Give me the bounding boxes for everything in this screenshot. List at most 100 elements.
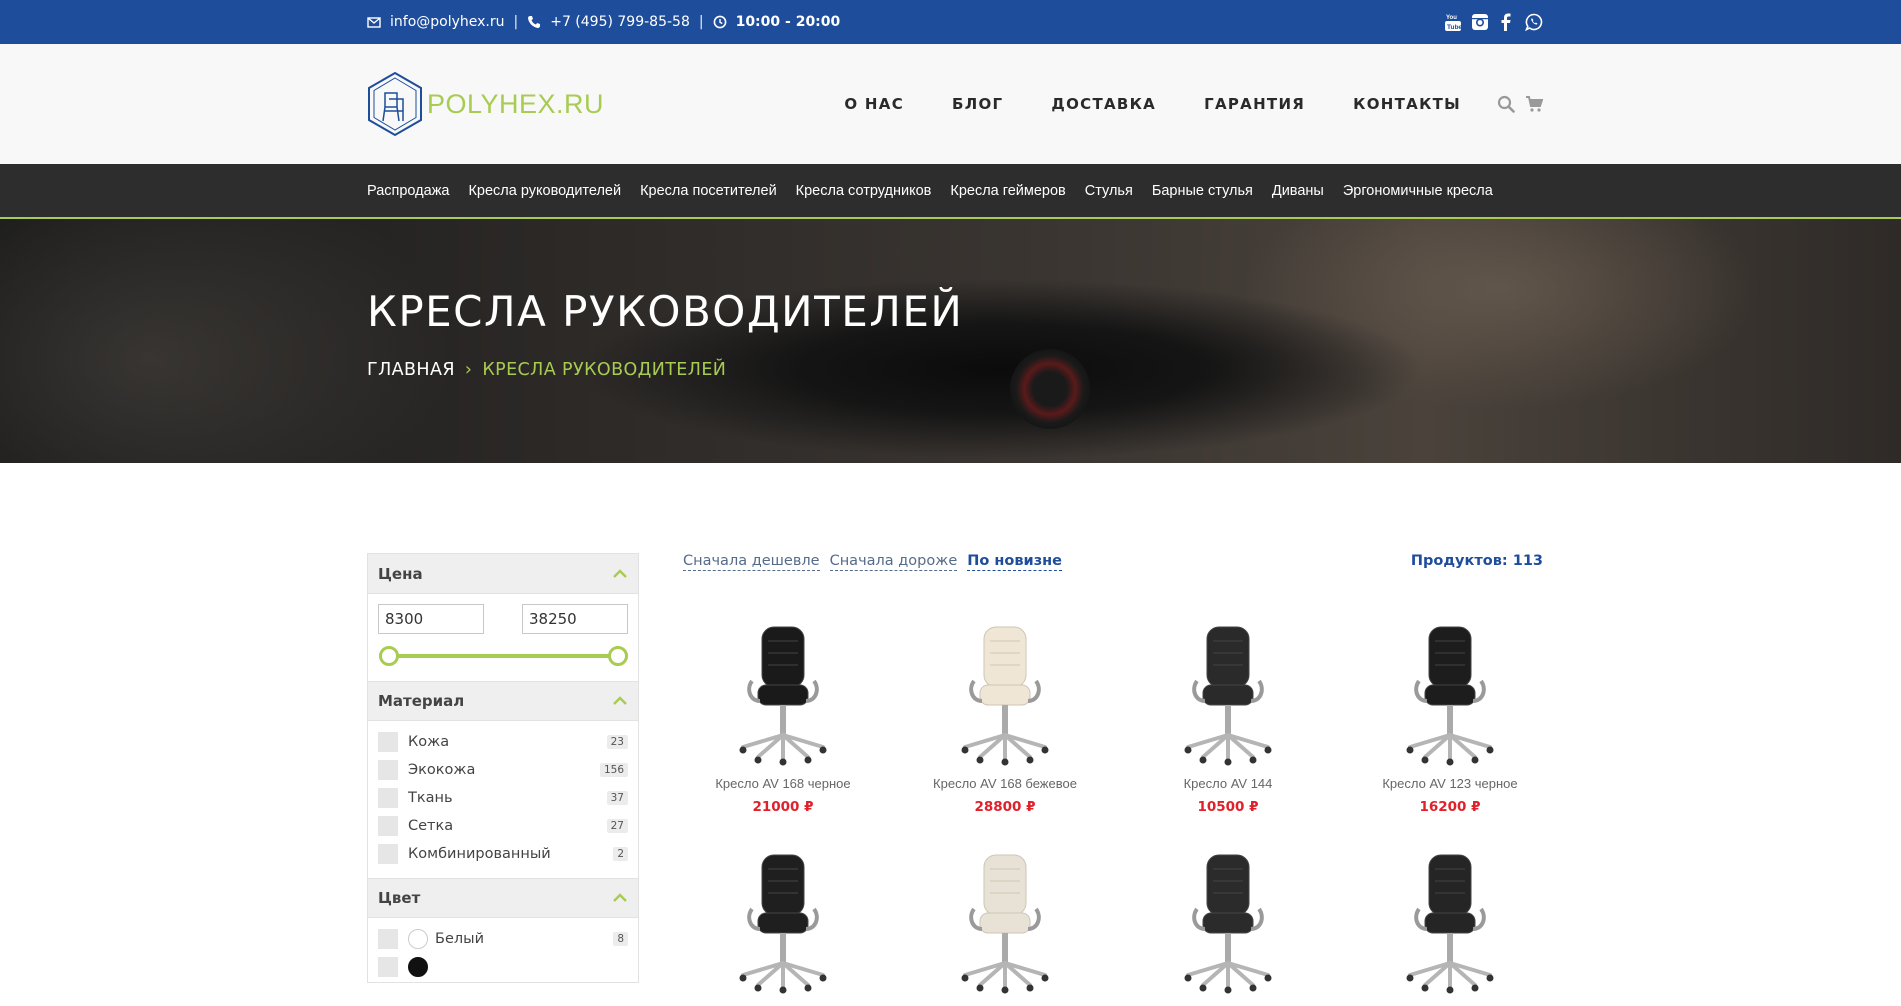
sort-cheaper[interactable]: Сначала дешевле xyxy=(683,553,820,571)
social-links: You Tube xyxy=(1444,13,1543,32)
category-gamer-chairs[interactable]: Кресла геймеров xyxy=(950,183,1065,199)
filter-sidebar: Цена Материал Кожа23 Экокожа156 Ткань37 … xyxy=(367,553,639,983)
material-filter-header[interactable]: Материал xyxy=(368,681,638,721)
logo-text: POLYHEX.RU xyxy=(427,88,605,119)
breadcrumb: ГЛАВНАЯ › КРЕСЛА РУКОВОДИТЕЛЕЙ xyxy=(367,360,726,380)
category-staff-chairs[interactable]: Кресла сотрудников xyxy=(796,183,932,199)
price-range-slider[interactable] xyxy=(379,646,628,666)
logo[interactable]: POLYHEX.RU xyxy=(367,71,604,137)
product-image[interactable] xyxy=(1128,620,1328,770)
sort-options: Сначала дешевле Сначала дороже По новизн… xyxy=(683,553,1062,571)
product-image[interactable] xyxy=(905,620,1105,770)
checkbox[interactable] xyxy=(378,957,398,977)
product-name[interactable]: Кресло AV 123 черное xyxy=(1350,776,1550,791)
category-sofas[interactable]: Диваны xyxy=(1272,183,1324,199)
product-price: 16200 ₽ xyxy=(1419,799,1481,815)
checkbox[interactable] xyxy=(378,760,398,780)
products-count: Продуктов: 113 xyxy=(1410,553,1543,569)
category-executive-chairs[interactable]: Кресла руководителей xyxy=(468,183,621,199)
product-name[interactable]: Кресло AV 168 черное xyxy=(683,776,883,791)
product-image[interactable] xyxy=(1350,848,1550,998)
checkbox[interactable] xyxy=(378,844,398,864)
price-min-input[interactable] xyxy=(378,604,484,634)
checkbox[interactable] xyxy=(378,788,398,808)
instagram-icon[interactable] xyxy=(1471,13,1489,31)
nav-contacts[interactable]: КОНТАКТЫ xyxy=(1353,95,1461,113)
product-image[interactable] xyxy=(683,620,883,770)
color-filter-list: Белый 8 xyxy=(368,918,638,985)
product-card[interactable] xyxy=(1350,848,1550,1006)
email-link[interactable]: info@polyhex.ru xyxy=(390,14,505,30)
slider-handle-max[interactable] xyxy=(608,646,628,666)
youtube-icon[interactable]: You Tube xyxy=(1444,13,1462,31)
category-nav: Распродажа Кресла руководителей Кресла п… xyxy=(0,164,1901,219)
slider-handle-min[interactable] xyxy=(379,646,399,666)
product-card[interactable] xyxy=(683,848,883,1006)
checkbox[interactable] xyxy=(378,732,398,752)
product-card[interactable] xyxy=(905,848,1105,1006)
office-chair-icon xyxy=(961,854,1049,994)
cart-icon[interactable] xyxy=(1525,95,1544,113)
top-bar: info@polyhex.ru | +7 (495) 799-85-58 | 1… xyxy=(0,0,1901,44)
category-visitor-chairs[interactable]: Кресла посетителей xyxy=(640,183,777,199)
material-filter-list: Кожа 23 Экокожа 156 Ткань 37 Сетка 27 Комбин… xyxy=(368,721,638,872)
contact-info: info@polyhex.ru | +7 (495) 799-85-58 | 1… xyxy=(367,14,840,30)
facebook-icon[interactable] xyxy=(1498,13,1516,31)
product-image[interactable] xyxy=(1128,848,1328,998)
filter-option[interactable] xyxy=(378,953,628,981)
office-chair-icon xyxy=(739,854,827,994)
search-icon[interactable] xyxy=(1497,95,1515,113)
whatsapp-icon[interactable] xyxy=(1524,13,1543,32)
count-badge: 8 xyxy=(613,932,628,946)
product-image[interactable] xyxy=(1350,620,1550,770)
category-ergonomic-chairs[interactable]: Эргономичные кресла xyxy=(1343,183,1493,199)
product-image[interactable] xyxy=(683,848,883,998)
office-chair-icon xyxy=(1406,854,1494,994)
category-stools[interactable]: Стулья xyxy=(1085,183,1133,199)
product-name[interactable]: Кресло AV 144 xyxy=(1128,776,1328,791)
sort-newest[interactable]: По новизне xyxy=(967,553,1062,571)
nav-about[interactable]: О НАС xyxy=(844,95,904,113)
nav-blog[interactable]: БЛОГ xyxy=(952,95,1003,113)
phone-icon xyxy=(527,15,541,29)
office-chair-icon xyxy=(1184,854,1272,994)
filter-option[interactable]: Кожа 23 xyxy=(378,728,628,756)
office-chair-icon xyxy=(1184,626,1272,766)
breadcrumb-current: КРЕСЛА РУКОВОДИТЕЛЕЙ xyxy=(482,360,727,380)
checkbox[interactable] xyxy=(378,816,398,836)
color-swatch xyxy=(408,929,428,949)
product-image[interactable] xyxy=(905,848,1105,998)
product-card[interactable]: Кресло AV 168 бежевое 28800 ₽ xyxy=(905,620,1105,815)
clock-icon xyxy=(713,15,727,29)
sort-pricier[interactable]: Сначала дороже xyxy=(829,553,958,571)
filter-option[interactable]: Комбинированный 2 xyxy=(378,840,628,868)
product-name[interactable]: Кресло AV 168 бежевое xyxy=(905,776,1105,791)
category-bar-stools[interactable]: Барные стулья xyxy=(1152,183,1253,199)
filter-option[interactable]: Белый 8 xyxy=(378,925,628,953)
product-card[interactable]: Кресло AV 168 черное 21000 ₽ xyxy=(683,620,883,815)
color-filter-header[interactable]: Цвет xyxy=(368,878,638,918)
count-badge: 156 xyxy=(599,763,628,777)
chevron-up-icon xyxy=(613,893,627,902)
category-sale[interactable]: Распродажа xyxy=(367,183,449,199)
filter-option[interactable]: Экокожа 156 xyxy=(378,756,628,784)
breadcrumb-home[interactable]: ГЛАВНАЯ xyxy=(367,360,455,380)
svg-text:Tube: Tube xyxy=(1447,24,1462,31)
filter-option[interactable]: Сетка 27 xyxy=(378,812,628,840)
chevron-up-icon xyxy=(613,696,627,705)
product-card[interactable]: Кресло AV 144 10500 ₽ xyxy=(1128,620,1328,815)
page-hero: КРЕСЛА РУКОВОДИТЕЛЕЙ ГЛАВНАЯ › КРЕСЛА РУ… xyxy=(0,219,1901,463)
product-card[interactable]: Кресло AV 123 черное 16200 ₽ xyxy=(1350,620,1550,815)
phone-link[interactable]: +7 (495) 799-85-58 xyxy=(550,14,690,30)
nav-warranty[interactable]: ГАРАНТИЯ xyxy=(1204,95,1305,113)
envelope-icon xyxy=(367,15,381,29)
price-filter-header[interactable]: Цена xyxy=(368,554,638,594)
price-max-input[interactable] xyxy=(522,604,628,634)
filter-option[interactable]: Ткань 37 xyxy=(378,784,628,812)
product-price: 10500 ₽ xyxy=(1197,799,1259,815)
working-hours: 10:00 - 20:00 xyxy=(735,14,841,30)
site-header: POLYHEX.RU О НАС БЛОГ ДОСТАВКА ГАРАНТИЯ … xyxy=(0,44,1901,164)
nav-delivery[interactable]: ДОСТАВКА xyxy=(1051,95,1156,113)
checkbox[interactable] xyxy=(378,929,398,949)
product-card[interactable] xyxy=(1128,848,1328,1006)
